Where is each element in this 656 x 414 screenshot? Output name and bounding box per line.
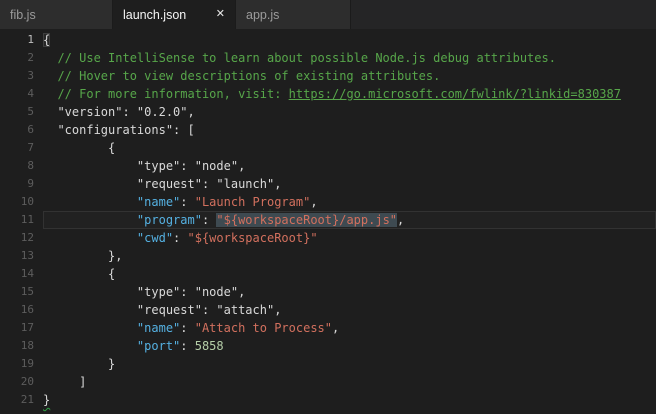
code-token: } [43, 393, 51, 407]
code-token: "type": "node", [43, 159, 246, 173]
code-token: "cwd" [136, 231, 174, 245]
code-token: : [201, 213, 217, 227]
code-token: : [180, 339, 195, 353]
code-line[interactable]: "request": "launch", [43, 175, 656, 193]
code-token: 5858 [194, 339, 224, 353]
code-token: "Launch Program" [194, 195, 311, 209]
line-number: 20 [20, 375, 34, 388]
code-line[interactable]: "version": "0.2.0", [43, 103, 656, 121]
line-number: 2 [27, 51, 34, 64]
tab-launch-json[interactable]: launch.json ✕ [113, 0, 236, 29]
code-line[interactable]: } [43, 391, 656, 409]
code-token: , [332, 321, 340, 335]
code-token: // Hover to view descriptions of existin… [43, 69, 441, 83]
line-number: 11 [20, 213, 34, 226]
line-numbers: 1 2 3 4 5 6 7 8 9 10 11 12 13 14 15 16 17 18 19 20 21 [0, 31, 40, 409]
tab-label: fib.js [10, 7, 36, 22]
line-number: 8 [27, 159, 34, 172]
code-token: "program" [136, 213, 202, 227]
code-token: "type": "node", [43, 285, 246, 299]
code-line[interactable]: // Hover to view descriptions of existin… [43, 67, 656, 85]
code-line[interactable]: } [43, 355, 656, 373]
line-number: 3 [27, 69, 34, 82]
code-token: "${workspaceRoot}/app.js" [216, 213, 398, 227]
line-number: 15 [20, 285, 34, 298]
code-token: { [43, 33, 51, 47]
code-line[interactable]: "name": "Launch Program", [43, 193, 656, 211]
line-number: 4 [27, 87, 34, 100]
tab-bar: fib.js launch.json ✕ app.js [0, 0, 656, 29]
code-token: "${workspaceRoot}" [187, 231, 318, 245]
code-line[interactable]: "program": "${workspaceRoot}/app.js", [43, 211, 656, 229]
code-token: "configurations": [ [43, 123, 195, 137]
code-token: }, [43, 249, 123, 263]
code-token: "port" [136, 339, 181, 353]
code-line[interactable]: "port": 5858 [43, 337, 656, 355]
code-area[interactable]: { // Use IntelliSense to learn about pos… [40, 31, 656, 409]
line-number: 12 [20, 231, 34, 244]
line-number: 17 [20, 321, 34, 334]
line-number: 9 [27, 177, 34, 190]
code-line[interactable]: { [43, 31, 656, 49]
code-line[interactable]: "type": "node", [43, 157, 656, 175]
code-token: : [180, 321, 195, 335]
code-token: "name" [136, 321, 181, 335]
code-token: } [43, 357, 116, 371]
line-number: 18 [20, 339, 34, 352]
tab-label: app.js [246, 7, 280, 22]
code-editor: 1 2 3 4 5 6 7 8 9 10 11 12 13 14 15 16 17 18 19 20 21 { // U… [0, 29, 656, 409]
line-number: 10 [20, 195, 34, 208]
code-token: , [397, 213, 405, 227]
code-token: ] [43, 375, 87, 389]
code-line[interactable]: ] [43, 373, 656, 391]
line-number: 13 [20, 249, 34, 262]
code-token: { [43, 267, 116, 281]
code-token: : [180, 195, 195, 209]
code-token: , [310, 195, 318, 209]
code-token: "name" [136, 195, 181, 209]
code-line[interactable]: "configurations": [ [43, 121, 656, 139]
line-number: 6 [27, 123, 34, 136]
close-icon[interactable]: ✕ [216, 9, 225, 20]
code-line[interactable]: // For more information, visit: https://… [43, 85, 656, 103]
code-line[interactable]: "type": "node", [43, 283, 656, 301]
line-number: 14 [20, 267, 34, 280]
tab-label: launch.json [123, 7, 187, 22]
code-token: : [173, 231, 188, 245]
code-line[interactable]: // Use IntelliSense to learn about possi… [43, 49, 656, 67]
line-number: 5 [27, 105, 34, 118]
line-number: 1 [27, 33, 34, 46]
code-token: // For more information, visit: [43, 87, 289, 101]
code-line[interactable]: "name": "Attach to Process", [43, 319, 656, 337]
code-token: "request": "attach", [43, 303, 282, 317]
tab-app-js[interactable]: app.js [236, 0, 351, 29]
code-line[interactable]: { [43, 265, 656, 283]
line-number: 16 [20, 303, 34, 316]
line-number: 19 [20, 357, 34, 370]
code-line[interactable]: }, [43, 247, 656, 265]
code-token: "Attach to Process" [194, 321, 333, 335]
code-line[interactable]: { [43, 139, 656, 157]
tab-fib-js[interactable]: fib.js [0, 0, 113, 29]
line-number: 7 [27, 141, 34, 154]
code-line[interactable]: "request": "attach", [43, 301, 656, 319]
comment-link[interactable]: https://go.microsoft.com/fwlink/?linkid=… [289, 87, 621, 101]
code-token: "request": "launch", [43, 177, 282, 191]
code-token: // Use IntelliSense to learn about possi… [43, 51, 556, 65]
code-token: { [43, 141, 116, 155]
line-number: 21 [20, 393, 34, 406]
code-token: "version": "0.2.0", [43, 105, 195, 119]
code-line[interactable]: "cwd": "${workspaceRoot}" [43, 229, 656, 247]
